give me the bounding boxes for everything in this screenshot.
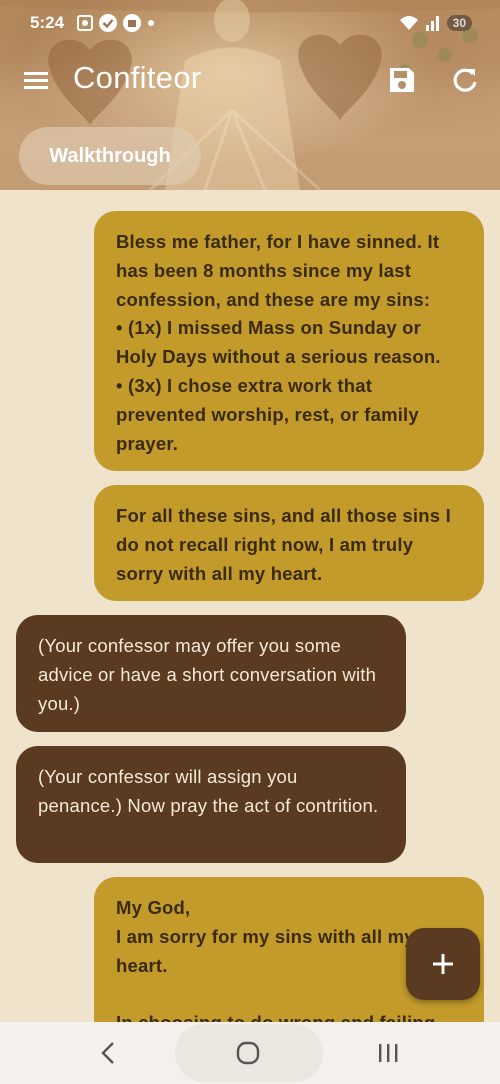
home-icon bbox=[236, 1041, 260, 1065]
system-navigation-bar bbox=[0, 1022, 500, 1084]
user-message-sorrow: For all these sins, and all those sins I… bbox=[94, 485, 484, 601]
status-bar: 5:24 30 bbox=[0, 0, 500, 46]
screenshot-icon bbox=[77, 15, 94, 31]
save-icon[interactable] bbox=[386, 64, 418, 96]
wifi-icon bbox=[399, 16, 418, 30]
refresh-icon[interactable] bbox=[450, 65, 480, 95]
back-button[interactable] bbox=[88, 1022, 128, 1084]
check-circle-icon bbox=[99, 14, 118, 32]
signal-icon bbox=[425, 16, 439, 31]
app-bar: Confiteor bbox=[0, 48, 500, 112]
status-time: 5:24 bbox=[30, 13, 65, 32]
recents-button[interactable] bbox=[368, 1022, 408, 1084]
more-notifications-dot-icon bbox=[148, 20, 155, 26]
walkthrough-button[interactable]: Walkthrough bbox=[19, 127, 201, 185]
recents-icon bbox=[379, 1044, 398, 1062]
app-title: Confiteor bbox=[73, 60, 202, 95]
confessor-message-penance: (Your confessor will assign you penance.… bbox=[16, 746, 406, 863]
confessor-message-advice: (Your confessor may offer you some advic… bbox=[16, 615, 406, 732]
add-button[interactable] bbox=[406, 928, 480, 1000]
home-button[interactable] bbox=[228, 1022, 268, 1084]
notification-icons bbox=[76, 13, 156, 33]
back-icon bbox=[101, 1042, 114, 1064]
chat-transcript: Bless me father, for I have sinned. It h… bbox=[0, 190, 500, 1022]
system-status-icons: 30 bbox=[399, 15, 472, 31]
menu-icon[interactable] bbox=[22, 66, 50, 94]
header-banner: 5:24 30 Confiteor Walkthrough bbox=[0, 0, 500, 190]
plus-icon bbox=[433, 954, 453, 974]
app-notification-icon bbox=[123, 14, 142, 32]
battery-indicator: 30 bbox=[446, 15, 472, 31]
user-message-sins: Bless me father, for I have sinned. It h… bbox=[94, 211, 484, 471]
